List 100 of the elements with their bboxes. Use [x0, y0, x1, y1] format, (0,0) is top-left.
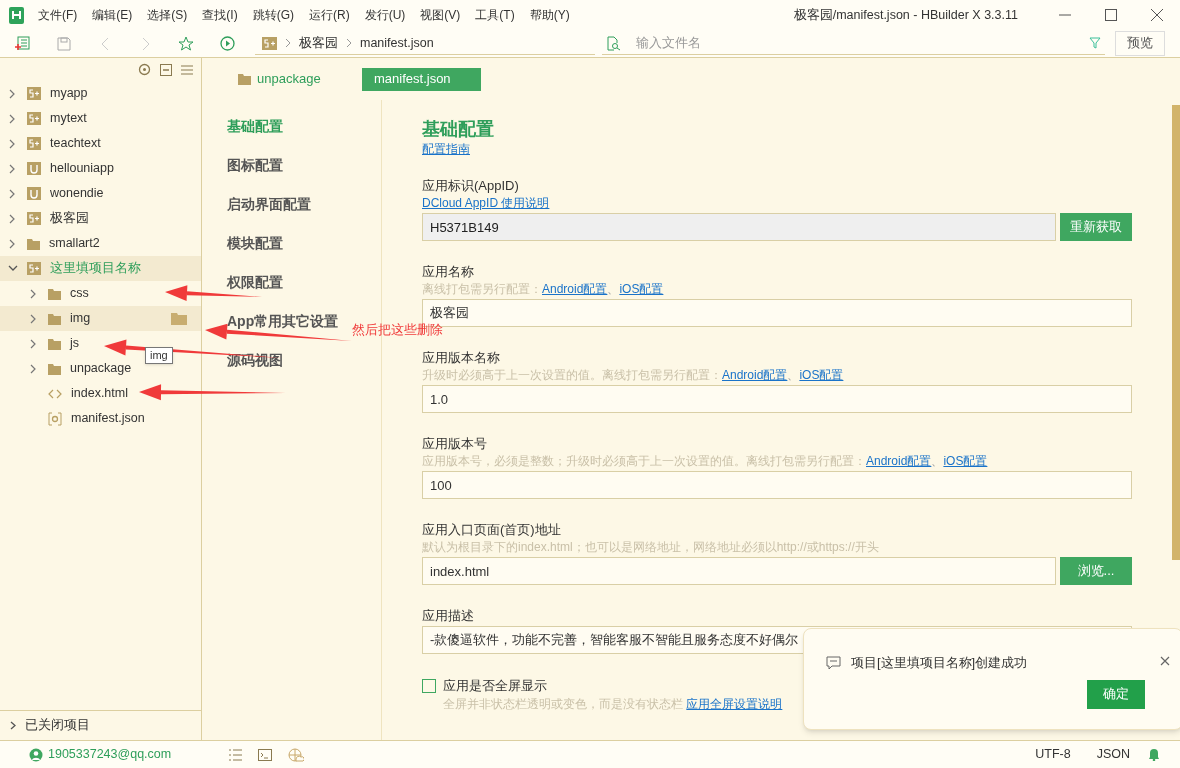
separator-text: 、 [787, 368, 800, 382]
menu-item[interactable]: 跳转(G) [252, 6, 294, 24]
menu-item[interactable]: 视图(V) [420, 6, 461, 24]
text-field[interactable]: H5371B149 [422, 213, 1056, 241]
menu-item[interactable]: 编辑(E) [92, 6, 133, 24]
tree-item-label[interactable]: myapp [50, 84, 88, 103]
tree-item-label[interactable]: js [70, 334, 80, 353]
close-icon[interactable] [1151, 9, 1163, 21]
separator-text: 、 [931, 454, 944, 468]
field-label: 应用版本号 [422, 435, 488, 453]
tree-item[interactable]: 极客园 [0, 206, 201, 231]
tree-item[interactable]: wonendie [0, 181, 201, 206]
help-link[interactable]: Android配置 [542, 282, 608, 296]
text-field[interactable]: index.html [422, 557, 1056, 585]
breadcrumb-item[interactable]: manifest.json [360, 33, 434, 53]
settings-nav-item[interactable]: App常用其它设置 [227, 310, 339, 332]
settings-nav-item[interactable]: 源码视图 [227, 349, 283, 371]
run-icon[interactable] [220, 36, 235, 51]
help-link[interactable]: iOS配置 [799, 368, 844, 382]
project-icon [27, 162, 41, 175]
notification-message: 项目[这里填项目名称]创建成功 [851, 654, 1028, 672]
tree-item-label[interactable]: unpackage [70, 359, 132, 378]
closed-projects-label[interactable]: 已关闭项目 [25, 716, 90, 735]
help-link[interactable]: iOS配置 [943, 454, 988, 468]
help-link[interactable]: DCloud AppID 使用说明 [422, 196, 550, 210]
tree-item-label[interactable]: smallart2 [49, 234, 100, 253]
menu-item[interactable]: 运行(R) [309, 6, 350, 24]
chevron-icon[interactable] [10, 721, 16, 730]
terminal-icon[interactable] [258, 748, 273, 761]
guide-link[interactable]: 配置指南 [422, 142, 470, 156]
bell-icon[interactable] [1148, 748, 1160, 761]
menu-item[interactable]: 帮助(Y) [529, 6, 570, 24]
folder-icon [48, 312, 61, 325]
settings-nav-item[interactable]: 权限配置 [227, 271, 283, 293]
file-search-field[interactable]: 输入文件名 [636, 33, 1089, 53]
tree-item[interactable]: css [0, 281, 201, 306]
menu-item[interactable]: 工具(T) [475, 6, 515, 24]
tree-item[interactable]: myapp [0, 81, 201, 106]
settings-nav-item[interactable]: 启动界面配置 [227, 193, 311, 215]
help-link[interactable]: Android配置 [866, 454, 932, 468]
project-icon [27, 262, 41, 275]
tree-item-label[interactable]: css [70, 284, 89, 303]
tree-item-label[interactable]: img [70, 309, 91, 328]
menu-item[interactable]: 文件(F) [38, 6, 78, 24]
settings-file-icon [48, 411, 62, 426]
field-label: 应用标识(AppID) [422, 177, 520, 195]
help-link[interactable]: iOS配置 [619, 282, 664, 296]
text-field[interactable]: 100 [422, 471, 1132, 499]
tree-item-label[interactable]: hellouniapp [50, 159, 114, 178]
chevron-icon [346, 38, 352, 48]
checkbox-label[interactable]: 应用是否全屏显示 [443, 676, 547, 696]
menu-item[interactable]: 查找(I) [202, 6, 238, 24]
app-logo-icon [9, 6, 24, 24]
folder-icon [48, 337, 61, 350]
project-icon [27, 187, 41, 200]
maximize-icon[interactable] [1105, 9, 1117, 21]
language-label[interactable]: JSON [1096, 745, 1130, 764]
menu-item[interactable]: 发行(U) [364, 6, 406, 24]
settings-nav-item[interactable]: 图标配置 [227, 154, 283, 176]
project-icon [262, 36, 277, 50]
encoding-label[interactable]: UTF-8 [1035, 745, 1071, 764]
star-icon[interactable] [178, 36, 194, 51]
collapse-icon[interactable] [160, 63, 172, 76]
help-link[interactable]: 应用全屏设置说明 [686, 696, 783, 711]
chevron-icon [285, 38, 291, 48]
menu-item[interactable]: 选择(S) [147, 6, 188, 24]
tree-item-label[interactable]: index.html [71, 384, 128, 403]
settings-nav-item[interactable]: 模块配置 [227, 232, 283, 254]
tree-item-label[interactable]: teachtext [50, 134, 101, 153]
folder-icon [48, 287, 61, 300]
new-file-icon[interactable] [15, 36, 30, 51]
tree-item-label[interactable]: mytext [50, 109, 87, 128]
help-link[interactable]: Android配置 [722, 368, 788, 382]
tree-item-label[interactable]: manifest.json [71, 409, 145, 428]
tree-item[interactable]: mytext [0, 106, 201, 131]
filter-icon[interactable] [1089, 37, 1101, 49]
tree-item[interactable]: teachtext [0, 131, 201, 156]
account-icon[interactable] [29, 747, 43, 762]
tree-item[interactable]: hellouniapp [0, 156, 201, 181]
breadcrumb-item[interactable]: 极客园 [299, 33, 338, 53]
locate-icon[interactable] [138, 63, 151, 76]
folder-icon [238, 73, 251, 85]
project-icon [27, 87, 41, 100]
field-label: 应用描述 [422, 607, 475, 625]
tree-item-label[interactable]: wonendie [50, 184, 104, 203]
tree-item[interactable]: smallart2 [0, 231, 201, 256]
message-icon [826, 655, 841, 670]
scrollbar-thumb[interactable] [1172, 105, 1180, 560]
checkbox[interactable] [422, 678, 436, 693]
tree-item[interactable]: index.html [0, 381, 201, 406]
field-label: 应用入口页面(首页)地址 [422, 521, 562, 539]
tree-item[interactable]: manifest.json [0, 406, 201, 431]
preview-button[interactable]: 预览 [1115, 31, 1165, 56]
tree-item[interactable]: img [0, 306, 201, 331]
section-heading: 基础配置 [422, 118, 495, 140]
field-label: 应用版本名称 [422, 349, 501, 367]
hint-text: 默认为根目录下的index.html；也可以是网络地址，网络地址必须以http://或https://开头 [422, 540, 879, 554]
close-icon[interactable] [1160, 656, 1170, 666]
tree-item-label[interactable]: 极客园 [50, 209, 89, 228]
text-field[interactable]: 1.0 [422, 385, 1132, 413]
